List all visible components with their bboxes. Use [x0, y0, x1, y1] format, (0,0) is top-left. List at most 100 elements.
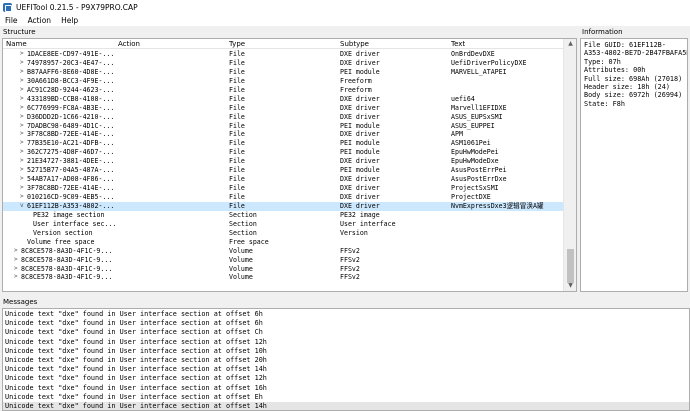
cell-name: 52715B77-04A5-487A-... [27, 166, 115, 175]
chevron-right-icon[interactable]: > [20, 59, 26, 68]
menu-action[interactable]: Action [23, 16, 57, 25]
structure-scrollbar[interactable]: ▲ ▼ [563, 39, 576, 291]
column-action[interactable]: Action [118, 40, 140, 48]
chevron-right-icon[interactable]: > [20, 68, 26, 77]
column-subtype[interactable]: Subtype [340, 40, 369, 48]
tree-row[interactable]: >30A661D8-BCC3-4F9E-... File Freeform [3, 77, 563, 86]
tree-row[interactable]: >3F78C8BD-72EE-414E-... File DXE driver APM [3, 130, 563, 139]
chevron-right-icon[interactable]: > [20, 166, 26, 175]
chevron-right-icon[interactable]: > [20, 104, 26, 113]
tree-row[interactable]: >1DACE8EE-CD97-491E-... File DXE driver OnB… [3, 50, 563, 59]
cell-name: 54AB7A17-AD08-4F86-... [27, 175, 115, 184]
cell-subtype: DXE driver [340, 157, 380, 166]
cell-type: Volume [229, 264, 253, 273]
chevron-right-icon[interactable]: > [20, 130, 26, 139]
tree-row[interactable]: >362C7275-4D8F-46D7-... File PEI module Epu… [3, 148, 563, 157]
tree-header: Name Action Type Subtype Text [3, 39, 576, 49]
scroll-down-icon[interactable]: ▼ [564, 281, 576, 291]
chevron-right-icon[interactable]: > [20, 86, 26, 95]
message-item[interactable]: Unicode text "dxe" found in User interfa… [3, 393, 689, 402]
tree-row[interactable]: >8C8CE578-8A3D-4F1C-9... Volume FFSv2 [3, 247, 563, 256]
tree-row[interactable]: >8C8CE578-8A3D-4F1C-9... Volume FFSv2 [3, 256, 563, 265]
chevron-right-icon[interactable]: > [20, 157, 26, 166]
message-item[interactable]: Unicode text "dxe" found in User interfa… [3, 356, 689, 365]
cell-type: File [229, 193, 245, 201]
message-item[interactable]: Unicode text "dxe" found in User interfa… [3, 347, 689, 356]
message-item[interactable]: Unicode text "dxe" found in User interfa… [3, 319, 689, 328]
tree-row[interactable]: v 61EF112B-A353-4802-... File DXE driver Nvm… [3, 201, 563, 211]
tree-row[interactable]: > AC91C28D-9244-4623-... File Freeform [3, 86, 563, 95]
cell-type: File [229, 50, 245, 58]
cell-text: EpuHwModeDxe [451, 157, 499, 166]
scroll-thumb[interactable] [567, 249, 574, 283]
chevron-down-icon[interactable]: v [20, 202, 26, 211]
tree-row[interactable]: PE32 image section Section PE32 image [3, 211, 563, 220]
message-item[interactable]: Unicode text "dxe" found in User interfa… [3, 338, 689, 347]
tree-row[interactable]: >6C776999-FC8A-4B3E-... File DXE driver Mar… [3, 104, 563, 113]
cell-type: File [229, 130, 245, 139]
info-line: Header size: 18h (24) [584, 83, 670, 92]
cell-subtype: PEI module [340, 139, 380, 148]
tree-row[interactable]: >010216CD-9C09-4EB5-... File DXE driver Pro… [3, 193, 563, 202]
tree-row[interactable]: >8C8CE578-8A3D-4F1C-9... Volume FFSv2 [3, 265, 563, 274]
message-item[interactable]: Unicode text "dxe" found in User interfa… [3, 328, 689, 337]
tree-row[interactable]: Version section Section Version [3, 229, 563, 238]
menu-help[interactable]: Help [56, 16, 83, 25]
cell-subtype: FFSv2 [340, 255, 360, 264]
tree-row[interactable]: >74978957-20C3-4E47-... File DXE driver Uef… [3, 59, 563, 68]
tree-row[interactable]: > B87AAFF6-8E60-4D8E-... File PEI module MAR… [3, 68, 563, 77]
messages-list[interactable]: Unicode text "dxe" found in User interfa… [2, 308, 690, 411]
chevron-right-icon[interactable]: > [20, 122, 26, 131]
tree-row[interactable]: >3F78C8BD-72EE-414E-... File DXE driver Pro… [3, 184, 563, 193]
app-icon [3, 2, 12, 12]
tree-row[interactable]: >77B35E10-AC21-4DFB-... File PEI module ASM… [3, 139, 563, 148]
chevron-right-icon[interactable]: > [14, 273, 20, 282]
cell-text: OnBrdDevDXE [451, 50, 495, 58]
message-item[interactable]: Unicode text "dxe" found in User interfa… [3, 365, 689, 374]
chevron-right-icon[interactable]: > [20, 95, 26, 104]
cell-type: Section [229, 210, 257, 219]
tree-row[interactable]: > D36DDD2D-1C66-4210-... File DXE driver ASU… [3, 113, 563, 122]
chevron-right-icon[interactable]: > [20, 193, 26, 202]
message-item[interactable]: Unicode text "dxe" found in User interfa… [3, 384, 689, 393]
column-name[interactable]: Name [6, 40, 27, 48]
message-item[interactable]: Unicode text "dxe" found in User interfa… [3, 374, 689, 383]
scroll-up-icon[interactable]: ▲ [564, 39, 576, 49]
window-title: UEFITool 0.21.5 - P9X79PRO.CAP [16, 2, 138, 12]
info-line: Type: 07h [584, 57, 621, 66]
chevron-right-icon[interactable]: > [20, 148, 26, 157]
cell-name: 61EF112B-A353-4802-... [27, 201, 115, 210]
tree-row[interactable]: User interface sec... Section User interfa… [3, 220, 563, 229]
column-text[interactable]: Text [451, 40, 465, 48]
cell-subtype: DXE driver [340, 50, 380, 58]
cell-name: 8C8CE578-8A3D-4F1C-9... [21, 255, 113, 264]
cell-subtype: FFSv2 [340, 273, 360, 282]
tree-row[interactable]: Volume free space Free space [3, 238, 563, 247]
menu-file[interactable]: File [0, 16, 23, 25]
structure-tree[interactable]: Name Action Type Subtype Text >1DACE8EE-… [2, 38, 577, 292]
column-type[interactable]: Type [229, 40, 245, 48]
cell-name: 3F78C8BD-72EE-414E-... [27, 184, 115, 193]
cell-type: File [229, 175, 245, 184]
chevron-right-icon[interactable]: > [20, 175, 26, 184]
tree-row[interactable]: >52715B77-04A5-487A-... File PEI module Asu… [3, 166, 563, 175]
chevron-right-icon[interactable]: > [14, 247, 20, 256]
tree-row[interactable]: >8C8CE578-8A3D-4F1C-9... Volume FFSv2 [3, 273, 563, 282]
cell-name: 1DACE8EE-CD97-491E-... [27, 50, 115, 58]
chevron-right-icon[interactable]: > [14, 256, 20, 265]
chevron-right-icon[interactable]: > [20, 184, 26, 193]
tree-row[interactable]: >433189BD-CCB8-4108-... File DXE driver uef… [3, 95, 563, 104]
chevron-right-icon[interactable]: > [20, 113, 26, 122]
cell-type: File [229, 58, 245, 67]
chevron-right-icon[interactable]: > [14, 265, 20, 274]
cell-type: File [229, 76, 245, 85]
message-item[interactable]: Unicode text "dxe" found in User interfa… [3, 310, 689, 319]
chevron-right-icon[interactable]: > [20, 77, 26, 86]
chevron-right-icon[interactable]: > [20, 139, 26, 148]
tree-row[interactable]: >7DADBC98-6489-4D1C-... File PEI module ASU… [3, 122, 563, 131]
tree-row[interactable]: >54AB7A17-AD08-4F86-... File DXE driver Asu… [3, 175, 563, 184]
message-item[interactable]: Unicode text "dxe" found in User interfa… [3, 401, 689, 410]
tree-row[interactable]: >21E34727-3881-4DEE-... File DXE driver Epu… [3, 157, 563, 166]
cell-text: ProjectDXE [451, 193, 491, 201]
chevron-right-icon[interactable]: > [20, 50, 26, 59]
